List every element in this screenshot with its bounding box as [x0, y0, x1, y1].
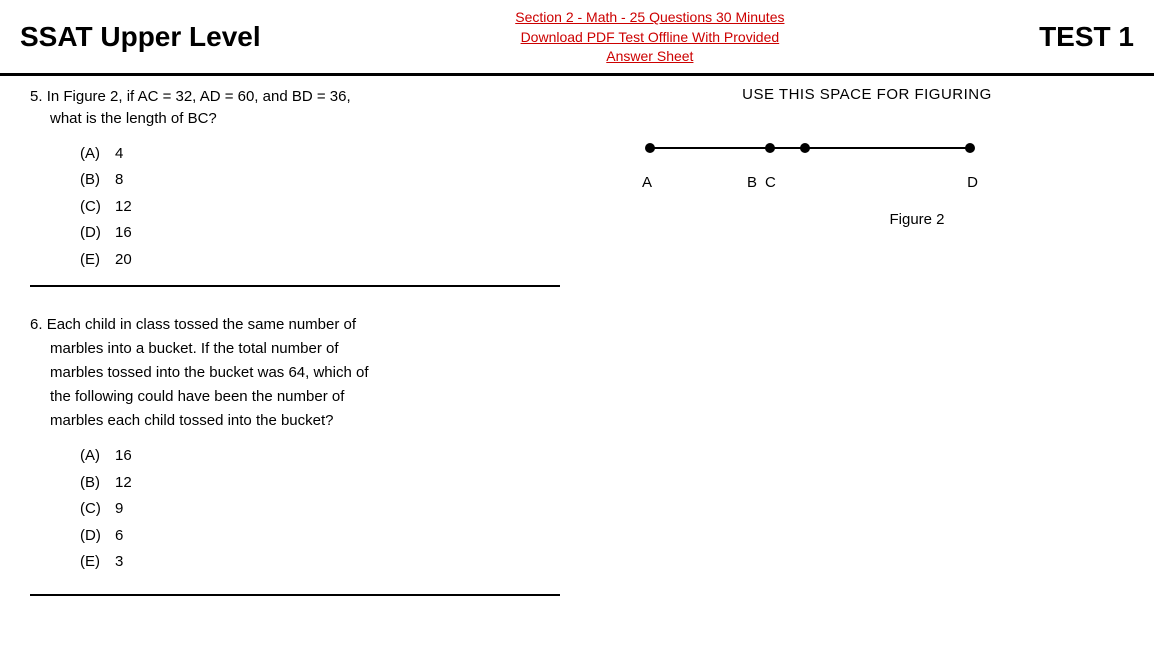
question-5-body-line1: In Figure 2, if AC = 32, AD = 60, and BD…: [47, 88, 351, 105]
figure-2-diagram: [640, 133, 980, 163]
question-6-choices: (A) 16 (B) 12 (C) 9 (D) 6: [80, 445, 560, 574]
choice-value-6d: 6: [115, 525, 123, 548]
question-6-number: 6.: [30, 316, 47, 333]
q6-line3: marbles tossed into the bucket was 64, w…: [50, 364, 369, 381]
q6-line4: the following could have been the number…: [50, 388, 344, 405]
choice-value-6a: 16: [115, 445, 132, 468]
choice-value-6c: 9: [115, 498, 123, 521]
point-label-d: D: [967, 174, 978, 191]
header-center: Section 2 - Math - 25 Questions 30 Minut…: [281, 8, 1019, 67]
choice-value-5d: 16: [115, 222, 132, 245]
link-line3: Answer Sheet: [281, 47, 1019, 67]
choice-value-5a: 4: [115, 143, 123, 166]
link-line2: Download PDF Test Offline With Provided: [281, 28, 1019, 48]
choice-label-5b: (B): [80, 169, 115, 192]
point-label-a: A: [642, 174, 652, 191]
choice-value-6e: 3: [115, 551, 123, 574]
header-test-label: TEST 1: [1039, 21, 1134, 53]
choice-label-6a: (A): [80, 445, 115, 468]
list-item: (E) 20: [80, 249, 560, 272]
figure-2-container: A B C D Figure 2: [600, 133, 1134, 228]
question-6-text: 6. Each child in class tossed the same n…: [30, 313, 560, 433]
choice-label-6e: (E): [80, 551, 115, 574]
point-labels: A B C D: [640, 174, 980, 191]
q6-line1: Each child in class tossed the same numb…: [47, 316, 356, 333]
point-label-b: B: [747, 174, 757, 191]
figure-caption: Figure 2: [640, 211, 1134, 228]
q6-line5: marbles each child tossed into the bucke…: [50, 412, 334, 429]
question-6-section: 6. Each child in class tossed the same n…: [30, 297, 560, 596]
list-item: (B) 8: [80, 169, 560, 192]
list-item: (C) 12: [80, 196, 560, 219]
question-5-section: 5. In Figure 2, if AC = 32, AD = 60, and…: [30, 86, 560, 288]
list-item: (E) 3: [80, 551, 560, 574]
choice-label-5e: (E): [80, 249, 115, 272]
link-line1: Section 2 - Math - 25 Questions 30 Minut…: [281, 8, 1019, 28]
list-item: (D) 6: [80, 525, 560, 548]
choice-label-6d: (D): [80, 525, 115, 548]
q6-line2: marbles into a bucket. If the total numb…: [50, 340, 339, 357]
figuring-label: USE THIS SPACE FOR FIGURING: [600, 86, 1134, 103]
choice-label-5a: (A): [80, 143, 115, 166]
choice-value-5c: 12: [115, 196, 132, 219]
choice-value-5e: 20: [115, 249, 132, 272]
question-5-text: 5. In Figure 2, if AC = 32, AD = 60, and…: [30, 86, 560, 131]
list-item: (A) 4: [80, 143, 560, 166]
list-item: (B) 12: [80, 472, 560, 495]
header-link[interactable]: Section 2 - Math - 25 Questions 30 Minut…: [281, 8, 1019, 67]
page-container: SSAT Upper Level Section 2 - Math - 25 Q…: [0, 0, 1154, 672]
choice-label-6b: (B): [80, 472, 115, 495]
question-5-choices: (A) 4 (B) 8 (C) 12 (D) 16: [80, 143, 560, 272]
list-item: (C) 9: [80, 498, 560, 521]
point-label-c: C: [765, 174, 776, 191]
header-title: SSAT Upper Level: [20, 21, 261, 53]
right-column: USE THIS SPACE FOR FIGURING: [580, 76, 1154, 606]
choice-label-6c: (C): [80, 498, 115, 521]
left-column: 5. In Figure 2, if AC = 32, AD = 60, and…: [0, 76, 580, 606]
content-area: 5. In Figure 2, if AC = 32, AD = 60, and…: [0, 76, 1154, 606]
question-5-body-line2: what is the length of BC?: [50, 110, 217, 127]
choice-value-5b: 8: [115, 169, 123, 192]
list-item: (A) 16: [80, 445, 560, 468]
choice-label-5c: (C): [80, 196, 115, 219]
bottom-divider: [30, 594, 560, 596]
choice-value-6b: 12: [115, 472, 132, 495]
list-item: (D) 16: [80, 222, 560, 245]
choice-label-5d: (D): [80, 222, 115, 245]
question-5-number: 5.: [30, 88, 47, 105]
header: SSAT Upper Level Section 2 - Math - 25 Q…: [0, 0, 1154, 76]
